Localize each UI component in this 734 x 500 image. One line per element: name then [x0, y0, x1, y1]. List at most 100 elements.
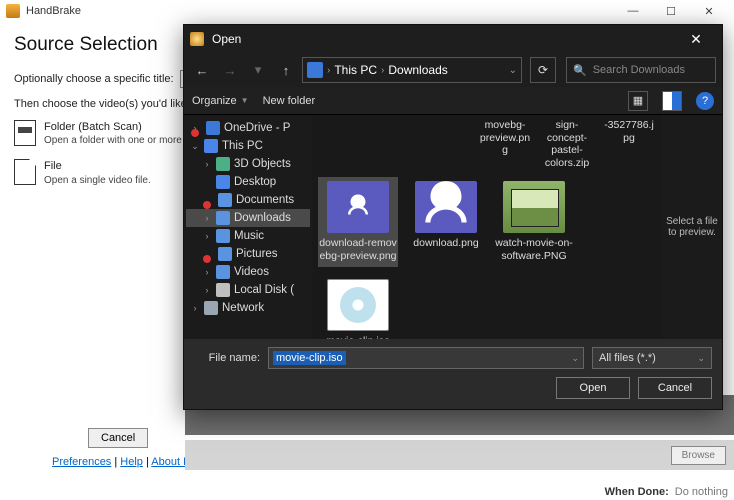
file-name-value: movie-clip.iso	[273, 351, 346, 365]
breadcrumb[interactable]: › This PC › Downloads ⌄	[302, 57, 522, 83]
when-done-value[interactable]: Do nothing	[675, 486, 728, 498]
refresh-button[interactable]: ⟳	[530, 57, 556, 83]
sync-error-badge-icon	[191, 129, 199, 137]
open-button[interactable]: Open	[556, 377, 630, 399]
file-name-label: File name:	[194, 352, 260, 364]
file-name: watch-movie-on-software.PNG	[494, 237, 574, 262]
folder-option-title: Folder (Batch Scan)	[44, 120, 205, 134]
file-name-input[interactable]: movie-clip.iso ⌄	[268, 347, 584, 369]
open-dialog: Open ✕ ← → ▾ ↑ › This PC › Downloads ⌄ ⟳…	[183, 24, 723, 410]
tree-item-label: Local Disk (	[234, 284, 294, 296]
nav-back-button[interactable]: ←	[190, 58, 214, 82]
nav-up-button[interactable]: ↑	[274, 58, 298, 82]
file-type-filter[interactable]: All files (*.*)⌄	[592, 347, 712, 369]
dialog-title: Open	[212, 32, 676, 46]
minimize-button[interactable]: —	[614, 1, 652, 21]
preferences-link[interactable]: Preferences	[52, 456, 111, 468]
preview-pane: Select a file to preview.	[662, 115, 722, 339]
help-link[interactable]: Help	[120, 456, 143, 468]
file-tile[interactable]: download.png	[406, 177, 486, 266]
folder-option-desc: Open a folder with one or more files.	[44, 134, 205, 147]
folder-icon	[14, 120, 36, 146]
new-folder-button[interactable]: New folder	[263, 95, 316, 107]
tree-item-label: Downloads	[234, 212, 291, 224]
tree-item-label: Desktop	[234, 176, 276, 188]
tree-item-label: Network	[222, 302, 264, 314]
file-name: download-removebg-preview.png	[318, 237, 398, 262]
expand-icon[interactable]: ›	[202, 213, 212, 223]
search-input[interactable]: 🔍 Search Downloads	[566, 57, 716, 83]
when-done-label: When Done:	[605, 486, 669, 498]
tree-item-label: Videos	[234, 266, 269, 278]
file-grid: movebg-preview.pngsign-concept-pastel-co…	[312, 115, 662, 339]
close-button[interactable]: ✕	[690, 1, 728, 21]
handbrake-logo-icon	[6, 4, 20, 18]
tree-item-downloads[interactable]: › Downloads	[186, 209, 310, 227]
organize-menu[interactable]: Organize▼	[192, 95, 249, 107]
tree-item-3d-objects[interactable]: › 3D Objects	[186, 155, 310, 173]
dialog-app-icon	[190, 32, 204, 46]
tree-item-onedrive-p[interactable]: ›OneDrive - P	[186, 119, 310, 137]
desk-icon	[216, 175, 230, 189]
tree-item-videos[interactable]: › Videos	[186, 263, 310, 281]
vid-icon	[216, 265, 230, 279]
expand-icon[interactable]: ›	[202, 267, 212, 277]
sync-error-badge-icon	[203, 201, 211, 209]
iso-thumbnail-icon	[327, 279, 389, 331]
tree-item-label: Pictures	[236, 248, 278, 260]
cancel-button[interactable]: Cancel	[638, 377, 712, 399]
nav-history-dropdown[interactable]: ▾	[246, 58, 270, 82]
source-cancel-button[interactable]: Cancel	[88, 428, 148, 448]
view-options-button[interactable]: ▦	[628, 91, 648, 111]
breadcrumb-dropdown-icon[interactable]: ⌄	[509, 65, 517, 76]
tree-item-network[interactable]: › Network	[186, 299, 310, 317]
file-tile[interactable]: movie-clip.iso	[318, 275, 398, 339]
tree-item-local-disk-[interactable]: › Local Disk (	[186, 281, 310, 299]
file-name-partial[interactable]: sign-concept-pastel-colors.zip	[540, 119, 594, 169]
maximize-button[interactable]: ☐	[652, 1, 690, 21]
expand-icon[interactable]: ›	[202, 159, 212, 169]
breadcrumb-item[interactable]: Downloads	[388, 63, 447, 77]
pc-icon	[307, 62, 323, 78]
png-thumbnail-icon	[415, 181, 477, 233]
file-option-desc: Open a single video file.	[44, 174, 151, 187]
sync-error-badge-icon	[203, 255, 211, 263]
tree-item-music[interactable]: ›Music	[186, 227, 310, 245]
browse-button[interactable]: Browse	[671, 446, 726, 465]
dl-icon	[216, 211, 230, 225]
search-icon: 🔍	[573, 64, 587, 77]
tree-item-documents[interactable]: Documents	[186, 191, 310, 209]
preview-pane-toggle[interactable]	[662, 91, 682, 111]
folder-tree: ›OneDrive - P ⌄ This PC › 3D Objects Desktop D…	[184, 115, 312, 339]
nav-forward-button[interactable]: →	[218, 58, 242, 82]
tree-item-label: Documents	[236, 194, 294, 206]
tree-item-label: This PC	[222, 140, 263, 152]
tree-item-desktop[interactable]: Desktop	[186, 173, 310, 191]
chevron-down-icon: ▼	[241, 96, 249, 105]
file-tile[interactable]: download-removebg-preview.png	[318, 177, 398, 266]
file-tile[interactable]: watch-movie-on-software.PNG	[494, 177, 574, 266]
obj-icon	[216, 157, 230, 171]
expand-icon[interactable]: ›	[190, 303, 200, 313]
help-button[interactable]: ?	[696, 92, 714, 110]
expand-icon[interactable]: ›	[202, 231, 212, 241]
expand-icon[interactable]: ⌄	[190, 141, 200, 152]
file-name-partial[interactable]: -3527786.jpg	[602, 119, 656, 169]
tree-item-pictures[interactable]: Pictures	[186, 245, 310, 263]
handbrake-title: HandBrake	[26, 5, 614, 17]
doc-icon	[218, 193, 232, 207]
music-icon	[216, 229, 230, 243]
tree-item-label: 3D Objects	[234, 158, 291, 170]
disk-icon	[216, 283, 230, 297]
breadcrumb-item[interactable]: This PC	[334, 63, 377, 77]
expand-icon[interactable]: ›	[202, 285, 212, 295]
file-icon	[14, 159, 36, 185]
chevron-down-icon: ⌄	[697, 353, 705, 364]
file-name: download.png	[413, 237, 478, 250]
chevron-down-icon[interactable]: ⌄	[571, 353, 579, 364]
tree-item-this-pc[interactable]: ⌄ This PC	[186, 137, 310, 155]
file-name-partial[interactable]: movebg-preview.png	[478, 119, 532, 169]
dialog-close-button[interactable]: ✕	[676, 25, 716, 53]
net-icon	[204, 301, 218, 315]
handbrake-titlebar: HandBrake — ☐ ✕	[0, 0, 734, 22]
